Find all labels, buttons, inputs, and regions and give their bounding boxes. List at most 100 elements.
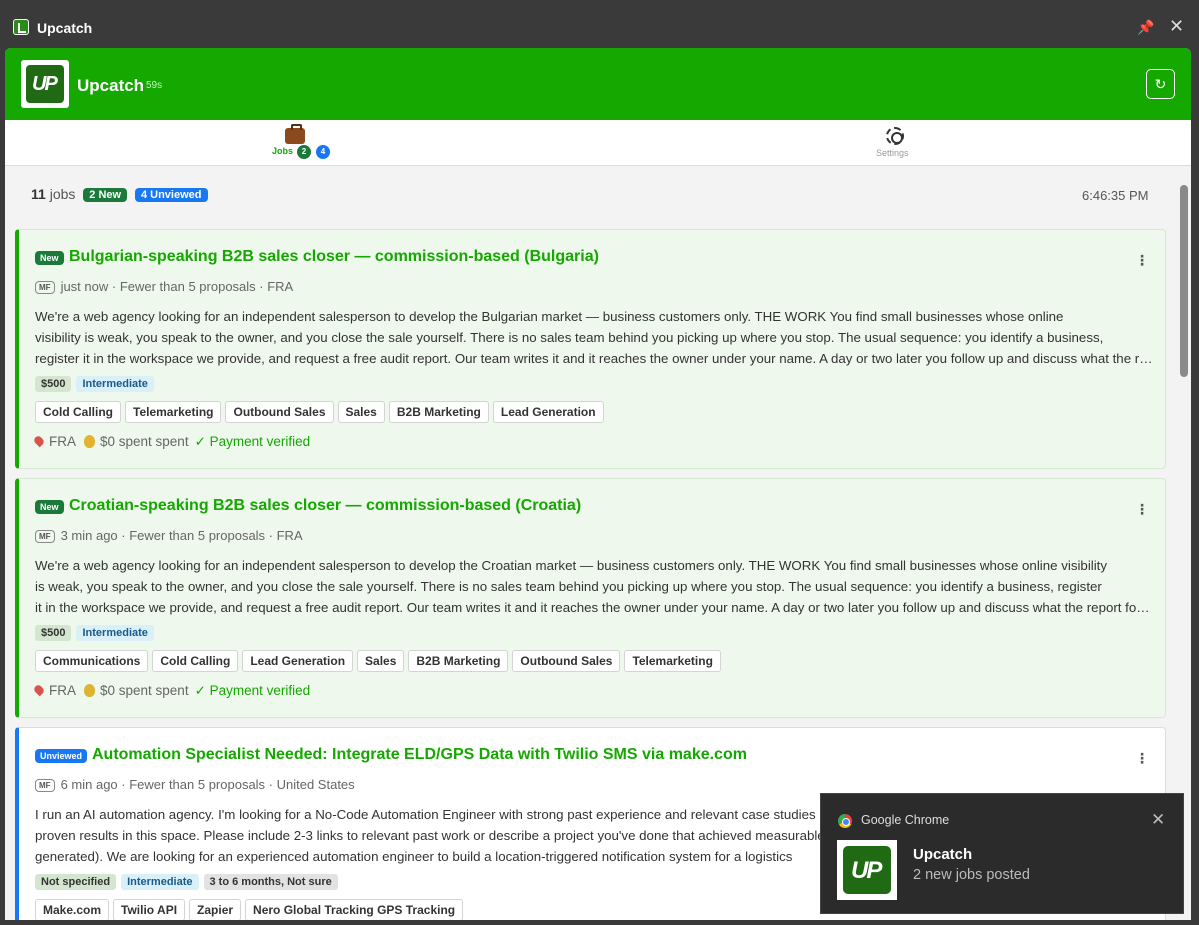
refresh-icon: ↻: [1154, 76, 1167, 92]
skills-list: Communications Cold Calling Lead Generatio…: [35, 650, 725, 672]
notification-source: Google Chrome: [861, 813, 950, 827]
refresh-age: 59s: [146, 80, 163, 91]
job-card[interactable]: New Croatian-speaking B2B sales closer —…: [15, 478, 1166, 718]
budget-chip: $500: [35, 625, 72, 641]
status-badge: New: [35, 251, 64, 265]
gear-icon: [886, 127, 904, 145]
client-country: · FRA: [255, 279, 294, 294]
skill-tag: Telemarketing: [125, 401, 222, 423]
refresh-button[interactable]: ↻: [1146, 69, 1175, 99]
job-title[interactable]: Automation Specialist Needed: Integrate …: [92, 746, 747, 764]
more-menu-icon[interactable]: ⋮: [1135, 750, 1149, 767]
client-country: · United States: [265, 777, 355, 792]
client-country: · FRA: [265, 528, 303, 543]
payment-verified: ✓ Payment verified: [194, 683, 311, 698]
posted-time: 6 min ago: [60, 777, 118, 792]
skill-tag: Sales: [357, 650, 405, 672]
new-badge[interactable]: 2 New: [83, 188, 128, 202]
job-description: We're a web agency looking for an indepe…: [35, 306, 1155, 369]
unviewed-badge[interactable]: 4 Unviewed: [134, 188, 208, 202]
skill-tag: Zapier: [189, 899, 242, 920]
desc-line: it in the workspace we provide, and requ…: [35, 600, 1155, 615]
pin-icon[interactable]: 📌: [1137, 19, 1154, 35]
client-spent: $0 spent spent: [100, 434, 189, 449]
desc-line: is weak, you speak to the owner, and you…: [35, 579, 1102, 594]
job-meta: MF just now · Fewer than 5 proposals · FR…: [35, 279, 293, 294]
skill-tag: Nero Global Tracking GPS Tracking: [245, 899, 464, 920]
desc-line: visibility is weak, you speak to the own…: [35, 330, 1104, 345]
last-updated-time: 6:46:35 PM: [1082, 188, 1149, 203]
proposals-count: · Fewer than 5 proposals: [117, 777, 266, 792]
desc-line: We're a web agency looking for an indepe…: [35, 309, 1064, 324]
skill-tag: Lead Generation: [492, 401, 604, 423]
level-chip: Intermediate: [121, 874, 199, 890]
location-pin-icon: [32, 434, 46, 448]
app-icon: [13, 19, 29, 35]
client-tag: MF: [35, 530, 55, 543]
status-badge: New: [35, 500, 64, 514]
unviewed-count-badge: 4: [316, 145, 330, 159]
job-attributes: Not specified Intermediate 3 to 6 months, …: [35, 872, 343, 890]
app-header: UP Upcatch 59s ↻: [5, 48, 1191, 120]
jobs-summary: 11 jobs 2 New 4 Unviewed: [31, 186, 208, 202]
close-icon[interactable]: ✕: [1169, 17, 1185, 35]
skill-tag: Sales: [337, 401, 385, 423]
window-title: Upcatch: [37, 20, 93, 36]
job-title[interactable]: Bulgarian-speaking B2B sales closer — co…: [69, 248, 599, 266]
chrome-icon: [838, 814, 852, 828]
payment-verified: ✓ Payment verified: [194, 434, 311, 449]
app-window: UP Upcatch 59s ↻ Jobs 2 4 Settings 11 jo…: [5, 48, 1191, 920]
job-title[interactable]: Croatian-speaking B2B sales closer — com…: [69, 497, 581, 515]
close-icon[interactable]: ✕: [1151, 810, 1165, 830]
skill-tag: Make.com: [35, 899, 110, 920]
client-tag: MF: [35, 779, 55, 792]
client-info: FRA $0 spent spent ✓ Payment verified: [32, 434, 311, 450]
skill-tag: Lead Generation: [242, 650, 354, 672]
job-meta: MF 3 min ago · Fewer than 5 proposals · F…: [35, 528, 303, 543]
skill-tag: Cold Calling: [35, 401, 121, 423]
new-count-badge: 2: [297, 145, 311, 159]
client-tag: MF: [35, 281, 55, 294]
upcatch-logo: UP: [837, 840, 897, 900]
window-titlebar: Upcatch 📌 ✕: [0, 0, 1199, 48]
scrollbar-thumb[interactable]: [1180, 185, 1188, 377]
tab-jobs-label: Jobs: [272, 146, 294, 156]
notification-message: 2 new jobs posted: [913, 867, 1030, 883]
more-menu-icon[interactable]: ⋮: [1135, 252, 1149, 269]
job-attributes: $500 Intermediate: [35, 623, 159, 641]
desc-line: register it in the workspace we provide,…: [35, 351, 1155, 366]
jobs-count-label: jobs: [49, 186, 76, 202]
tab-settings[interactable]: Settings: [855, 120, 935, 166]
client-info: FRA $0 spent spent ✓ Payment verified: [32, 683, 311, 699]
job-card[interactable]: New Bulgarian-speaking B2B sales closer …: [15, 229, 1166, 469]
skill-tag: Communications: [35, 650, 149, 672]
money-bag-icon: [84, 435, 95, 448]
client-location: FRA: [49, 434, 76, 449]
skill-tag: Twilio API: [113, 899, 186, 920]
more-menu-icon[interactable]: ⋮: [1135, 501, 1149, 518]
job-description: We're a web agency looking for an indepe…: [35, 555, 1155, 618]
money-bag-icon: [84, 684, 95, 697]
skill-tag: Telemarketing: [624, 650, 721, 672]
desktop-notification[interactable]: Google Chrome ✕ UP Upcatch 2 new jobs po…: [820, 793, 1184, 914]
job-meta: MF 6 min ago · Fewer than 5 proposals · U…: [35, 777, 355, 792]
tab-jobs[interactable]: Jobs 2 4: [255, 120, 335, 166]
skill-tag: Outbound Sales: [512, 650, 621, 672]
skill-tag: B2B Marketing: [408, 650, 509, 672]
posted-time: 3 min ago: [60, 528, 118, 543]
skills-list: Make.com Twilio API Zapier Nero Global Trac…: [35, 899, 467, 920]
client-location: FRA: [49, 683, 76, 698]
skill-tag: Cold Calling: [152, 650, 239, 672]
duration-chip: 3 to 6 months, Not sure: [203, 874, 338, 890]
notification-title: Upcatch: [913, 846, 973, 863]
skill-tag: Outbound Sales: [225, 401, 334, 423]
proposals-count: · Fewer than 5 proposals: [117, 528, 266, 543]
posted-time: just now: [60, 279, 109, 294]
tab-settings-label: Settings: [876, 148, 909, 158]
brand-name: Upcatch: [77, 76, 145, 95]
skill-tag: B2B Marketing: [388, 401, 489, 423]
level-chip: Intermediate: [76, 625, 154, 641]
client-spent: $0 spent spent: [100, 683, 189, 698]
desc-line: We're a web agency looking for an indepe…: [35, 558, 1108, 573]
jobs-count: 11: [31, 186, 46, 202]
